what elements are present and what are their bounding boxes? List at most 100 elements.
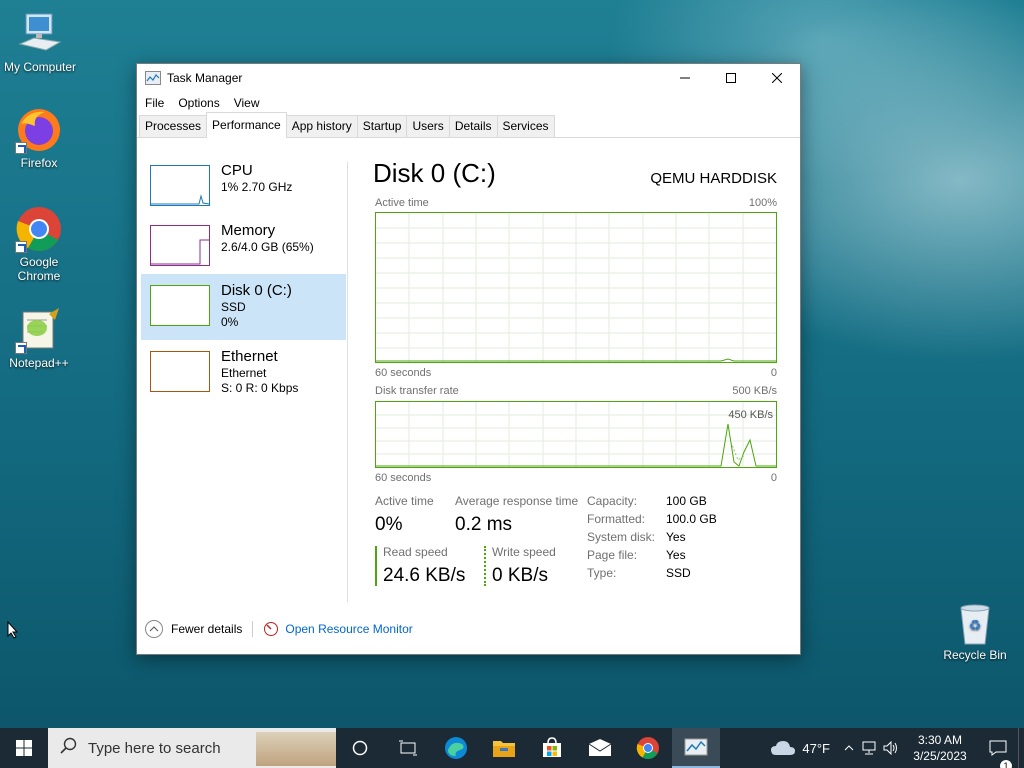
notification-icon <box>989 740 1007 756</box>
taskbar: Type here to search 47°F 3:30 AM 3/25/20… <box>0 728 1024 768</box>
prop-system-disk-value: Yes <box>666 530 686 544</box>
graph-zero-label: 0 <box>770 472 777 484</box>
graph-time-label: 60 seconds <box>375 472 432 484</box>
tab-app-history[interactable]: App history <box>285 115 358 137</box>
tab-startup[interactable]: Startup <box>356 115 408 137</box>
start-button[interactable] <box>0 728 48 768</box>
tab-bar: Processes Performance App history Startu… <box>137 112 800 138</box>
resource-detail: S: 0 R: 0 Kbps <box>221 381 299 395</box>
desktop-icon-label: Google Chrome <box>17 255 61 283</box>
footer-separator <box>252 621 254 637</box>
taskbar-file-explorer[interactable] <box>480 728 528 768</box>
disk-detail-panel: Disk 0 (C:) QEMU HARDDISK Active time 10… <box>373 154 777 594</box>
taskbar-mail[interactable] <box>576 728 624 768</box>
notepadpp-icon <box>15 306 63 354</box>
task-view-button[interactable] <box>384 728 432 768</box>
desktop-icon-chrome[interactable]: Google Chrome <box>0 205 79 283</box>
chrome-icon <box>15 205 63 253</box>
show-desktop-button[interactable] <box>1018 728 1024 768</box>
resource-item-ethernet[interactable]: Ethernet Ethernet S: 0 R: 0 Kbps <box>141 340 346 406</box>
cloud-icon <box>771 741 796 755</box>
active-time-graph-max: 100% <box>748 197 777 209</box>
open-resource-monitor-link[interactable]: Open Resource Monitor <box>285 622 412 636</box>
action-center-button[interactable]: 1 <box>978 740 1018 768</box>
shortcut-arrow-icon <box>15 342 27 354</box>
minimize-icon <box>680 77 690 79</box>
tab-details[interactable]: Details <box>448 115 498 137</box>
write-speed-label: Write speed <box>492 545 556 559</box>
transfer-rate-graph <box>375 401 777 468</box>
desktop-icon-my-computer[interactable]: My Computer <box>0 10 80 74</box>
task-manager-icon <box>684 738 708 756</box>
speaker-icon <box>883 741 897 755</box>
cortana-button[interactable] <box>336 728 384 768</box>
prop-capacity-label: Capacity: <box>587 494 638 508</box>
cpu-thumbnail-graph <box>150 165 210 206</box>
title-bar[interactable]: Task Manager <box>137 64 800 92</box>
fewer-details-button[interactable]: Fewer details <box>171 622 242 636</box>
resource-name: CPU <box>221 162 253 179</box>
menu-view[interactable]: View <box>232 96 266 110</box>
prop-formatted-value: 100.0 GB <box>666 512 717 526</box>
windows-logo-icon <box>16 740 32 756</box>
desktop-icon-notepadpp[interactable]: Notepad++ <box>0 306 79 370</box>
tab-performance[interactable]: Performance <box>206 112 287 138</box>
minimize-button[interactable] <box>662 64 708 92</box>
resource-item-cpu[interactable]: CPU 1% 2.70 GHz <box>141 154 346 220</box>
resource-item-memory[interactable]: Memory 2.6/4.0 GB (65%) <box>141 214 346 280</box>
resource-monitor-icon <box>263 621 279 637</box>
tab-processes[interactable]: Processes <box>139 115 208 137</box>
firefox-icon <box>15 106 63 154</box>
recycle-bin-icon: ♻ <box>955 602 995 646</box>
tab-services[interactable]: Services <box>496 115 555 137</box>
desktop-icon-label: Firefox <box>20 156 58 170</box>
task-view-icon <box>399 740 417 756</box>
mouse-cursor-icon <box>7 621 19 639</box>
menu-file[interactable]: File <box>143 96 170 110</box>
menu-bar: File Options View <box>137 92 800 114</box>
chevron-up-icon[interactable] <box>145 620 163 638</box>
network-button[interactable] <box>858 741 880 755</box>
prop-page-file-value: Yes <box>666 548 686 562</box>
task-manager-app-icon <box>145 71 161 85</box>
clock[interactable]: 3:30 AM 3/25/2023 <box>902 732 978 764</box>
maximize-button[interactable] <box>708 64 754 92</box>
close-button[interactable] <box>754 64 800 92</box>
edge-icon <box>445 737 467 759</box>
resource-item-disk[interactable]: Disk 0 (C:) SSD 0% <box>141 274 346 340</box>
resource-detail: 2.6/4.0 GB (65%) <box>221 240 314 254</box>
mail-icon <box>588 739 612 756</box>
weather-widget[interactable]: 47°F <box>760 728 840 768</box>
desktop-icon-firefox[interactable]: Firefox <box>0 106 79 170</box>
active-time-stat-label: Active time <box>375 494 434 508</box>
avg-response-label: Average response time <box>455 494 579 508</box>
computer-icon <box>16 10 64 58</box>
avg-response-value: 0.2 ms <box>455 514 513 535</box>
taskbar-edge[interactable] <box>432 728 480 768</box>
show-hidden-icons-button[interactable] <box>840 745 858 751</box>
write-speed-value: 0 KB/s <box>492 565 548 586</box>
volume-button[interactable] <box>880 741 902 755</box>
graph-zero-label: 0 <box>770 367 777 379</box>
search-highlight-image <box>256 732 336 766</box>
search-placeholder: Type here to search <box>88 739 221 757</box>
shortcut-arrow-icon <box>15 241 27 253</box>
chevron-up-icon <box>844 745 854 751</box>
taskbar-search-box[interactable]: Type here to search <box>48 728 336 768</box>
active-time-graph <box>375 212 777 363</box>
transfer-graph-mid: 450 KB/s <box>728 409 773 421</box>
store-icon <box>543 737 561 757</box>
menu-options[interactable]: Options <box>176 96 225 110</box>
prop-capacity-value: 100 GB <box>666 494 707 508</box>
desktop-icon-label: Notepad++ <box>9 356 69 370</box>
read-speed-bar <box>375 546 377 586</box>
taskbar-store[interactable] <box>528 728 576 768</box>
resource-detail: Ethernet <box>221 366 267 380</box>
taskbar-task-manager[interactable] <box>672 728 720 768</box>
transfer-graph-label: Disk transfer rate <box>375 385 459 397</box>
tab-users[interactable]: Users <box>406 115 450 137</box>
read-speed-value: 24.6 KB/s <box>383 565 466 586</box>
taskbar-chrome[interactable] <box>624 728 672 768</box>
disk-thumbnail-graph <box>150 285 210 326</box>
desktop-icon-recycle-bin[interactable]: ♻ Recycle Bin <box>935 602 1015 662</box>
